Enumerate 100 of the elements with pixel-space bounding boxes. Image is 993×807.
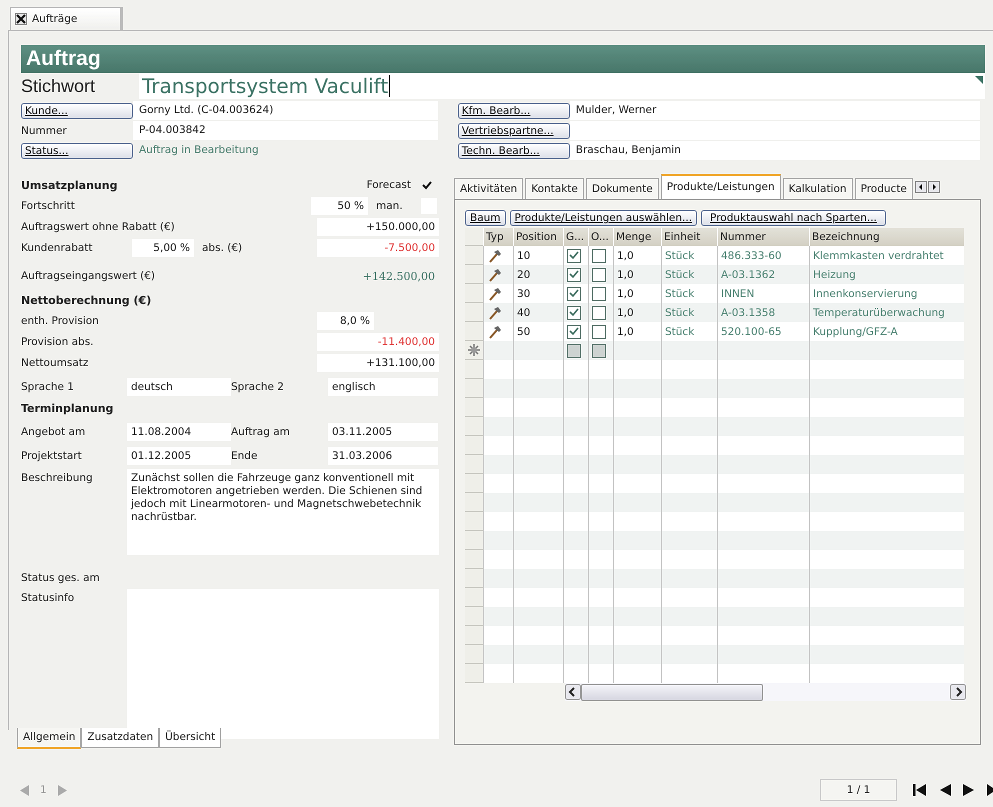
value-field[interactable]: 03.11.2005 [328,423,438,441]
horizontal-scrollbar[interactable] [565,683,966,701]
keyword-field[interactable]: Transportsystem Vaculift [139,73,985,99]
field-label: Status ges. am [21,572,100,584]
lookup-button[interactable]: Techn. Bearb... [458,142,570,158]
value-field[interactable]: +131.100,00 [317,354,439,372]
form-title: Auftrag [21,45,985,73]
hammer-icon [487,306,502,320]
checkbox[interactable] [567,268,581,282]
value-field[interactable]: Auftrag in Bearbeitung [133,141,438,160]
scrollbar-thumb[interactable] [581,684,763,700]
field-label: Auftragseingangswert (€) [21,270,156,282]
field-label: Nettoumsatz [21,357,90,369]
table-cell: 1,0 [617,306,634,318]
column-header[interactable]: Einheit [661,228,717,246]
field-label: Sprache 2 [231,381,285,393]
value-field[interactable]: P-04.003842 [133,121,438,140]
tab[interactable]: Dokumente [586,178,659,199]
table-cell: Stück [665,326,694,338]
scroll-right-icon [950,684,966,700]
table-cell: 20 [517,268,530,280]
field-label: Auftrag am [231,426,291,438]
field-label: Auftragswert ohne Rabatt (€) [21,221,176,233]
tab[interactable]: Kalkulation [782,178,853,199]
tab[interactable]: Aktivitäten [454,178,524,199]
value-field[interactable]: 5,00 % [132,239,194,257]
column-header[interactable]: O... [588,228,613,246]
tab[interactable]: Produkte/Leistungen [660,174,781,199]
scroll-right-icon [928,181,940,193]
last-record-icon [987,784,993,796]
lookup-button[interactable]: Vertriebspartne... [458,122,570,138]
check-icon [422,180,432,190]
value-field[interactable]: -11.400,00 [317,333,439,351]
section-heading: Nettoberechnung (€) [21,294,152,306]
tab[interactable]: Allgemein [17,728,82,749]
tab[interactable]: Zusatzdaten [81,728,160,748]
toolbar-button[interactable]: Baum [465,210,506,226]
lookup-button[interactable]: Kfm. Bearb... [458,102,570,118]
table-cell: 486.333-60 [721,250,782,262]
new-row-icon [468,344,480,356]
header-corner[interactable] [465,228,483,246]
checkbox[interactable] [567,306,581,320]
value-field[interactable] [570,121,980,140]
previous-record-icon [939,784,951,796]
toolbar-button[interactable]: Produkte/Leistungen auswählen... [510,210,698,226]
tab[interactable]: Producte [854,178,913,199]
toolbar-button[interactable]: Produktauswahl nach Sparten... [701,210,886,226]
value-field[interactable]: 11.08.2004 [127,423,231,441]
hammer-icon [487,286,502,300]
text-area[interactable]: Zunächst sollen die Fahrzeuge ganz konventionell mit Elektromotoren angetrieben werden. Die Schienen sind jedoch mit Linearmotoren- und Magnetschwebetechnik nachrüstbar. [127,469,439,555]
field-label: Nummer [21,124,68,136]
table-cell: A-03.1362 [721,268,776,280]
value-field[interactable]: 31.03.2006 [328,447,438,465]
value-field[interactable]: +150.000,00 [317,218,439,236]
tab[interactable]: Übersicht [159,728,222,748]
checkbox[interactable] [567,248,581,262]
total-value: +142.500,00 [362,270,435,282]
table-cell: Klemmkasten verdrahtet [813,250,944,262]
table-row[interactable]: 20 1,0 Stück A-03.1362 Heizung [465,265,964,284]
table-cell: 30 [517,288,530,300]
field-label: Statusinfo [21,591,76,604]
checkbox[interactable] [592,306,606,320]
value-field[interactable]: 50 % [311,197,368,215]
table-cell: Temperaturüberwachung [813,306,945,318]
field-label: Fortschritt [21,200,76,212]
field-label: Beschreibung [21,471,94,484]
checkbox[interactable] [592,248,606,262]
value-field[interactable]: 8,0 % [317,312,374,330]
value-field[interactable]: -7.500,00 [317,239,439,257]
checkbox[interactable] [592,286,606,300]
table-row[interactable]: 40 1,0 Stück A-03.1358 Temperaturüberwachung [465,303,964,322]
column-header[interactable]: Position [513,228,563,246]
checkbox[interactable] [567,286,581,300]
document-tab[interactable]: Aufträge [10,7,123,30]
next-record-icon [963,784,975,796]
table-cell: INNEN [721,288,754,300]
checkbox[interactable] [421,179,433,191]
column-header[interactable]: Bezeichnung [809,228,964,246]
field-label: Sprache 1 [21,381,75,393]
checkbox[interactable] [592,268,606,282]
value-field[interactable]: Gorny Ltd. (C-04.003624) [133,101,438,120]
checkbox[interactable] [592,324,606,338]
field-label: Angebot am [21,426,86,438]
lookup-button[interactable]: Kunde... [21,102,133,118]
value-field[interactable]: Mulder, Werner [570,101,980,120]
value-field[interactable]: Braschau, Benjamin [570,141,980,160]
lookup-button[interactable]: Status... [21,142,133,158]
checkbox[interactable] [567,324,581,338]
column-header[interactable]: Typ [483,228,513,246]
value-field[interactable]: englisch [328,378,438,396]
column-header[interactable]: G... [563,228,588,246]
value-field[interactable]: deutsch [127,378,231,396]
row-header[interactable] [465,341,483,360]
table-cell: Stück [665,288,694,300]
tab-label[interactable]: Aufträge [32,13,78,25]
record-counter: 1 / 1 [820,779,897,801]
column-header[interactable]: Menge [613,228,661,246]
value-field[interactable]: 01.12.2005 [127,447,231,465]
column-header[interactable]: Nummer [717,228,809,246]
tab[interactable]: Kontakte [525,178,584,199]
